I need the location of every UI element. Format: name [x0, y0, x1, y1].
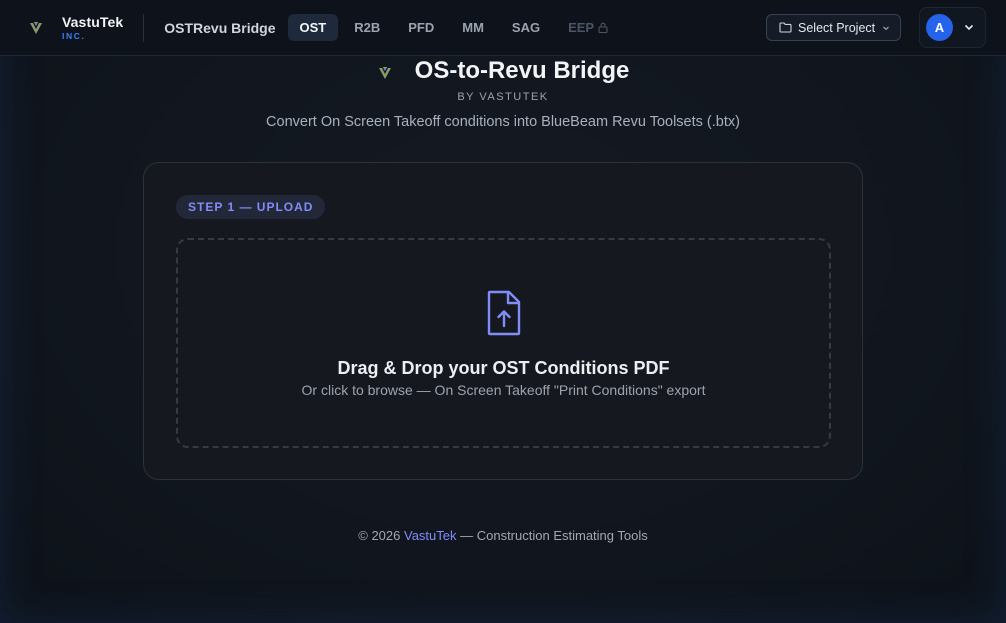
select-project-label: Select Project: [798, 20, 876, 35]
tab-mm[interactable]: MM: [450, 14, 496, 41]
tab-label: MM: [462, 20, 484, 35]
hero-title-row: OS-to-Revu Bridge: [0, 57, 1006, 85]
user-menu-button[interactable]: A: [919, 7, 986, 48]
header-divider: [143, 13, 145, 42]
brand[interactable]: VastuTek INC.: [0, 0, 123, 56]
vastutek-logo-icon: [30, 21, 42, 34]
file-upload-icon: [487, 290, 521, 336]
select-project-button[interactable]: Select Project: [766, 14, 901, 41]
brand-text: VastuTek INC.: [62, 15, 123, 41]
vastutek-logo-icon: [378, 67, 391, 79]
folder-icon: [779, 22, 792, 33]
brand-name: VastuTek: [62, 13, 124, 30]
step-badge: STEP 1 — UPLOAD: [176, 195, 326, 219]
page-byline: BY VASTUTEK: [457, 91, 549, 103]
page-subtitle: Convert On Screen Takeoff conditions int…: [266, 114, 740, 130]
tab-label: R2B: [354, 20, 381, 35]
pdf-dropzone[interactable]: Drag & Drop your OST Conditions PDF Or c…: [176, 238, 831, 448]
footer-vastutek-link[interactable]: VastuTek: [404, 528, 457, 543]
app-title[interactable]: OSTRevu Bridge: [164, 20, 275, 36]
dropzone-subtitle: Or click to browse — On Screen Takeoff "…: [301, 382, 706, 398]
tab-label: PFD: [408, 20, 435, 35]
page-title: OS-to-Revu Bridge: [414, 57, 630, 84]
tab-sag[interactable]: SAG: [500, 14, 552, 41]
tab-label: SAG: [511, 20, 541, 35]
lock-icon: [598, 22, 608, 33]
footer-copyright: © 2026: [358, 528, 404, 543]
tab-r2b[interactable]: R2B: [342, 14, 392, 41]
tab-label: OST: [299, 20, 327, 35]
tab-label: EEP: [568, 20, 595, 35]
tab-eep[interactable]: EEP: [556, 14, 620, 41]
avatar: A: [926, 14, 953, 41]
tab-pfd[interactable]: PFD: [396, 14, 446, 41]
module-tabs: OST R2B PFD MM SAG EEP: [287, 14, 621, 41]
chevron-down-icon: [883, 26, 890, 30]
upload-card: STEP 1 — UPLOAD Drag & Drop your OST Con…: [143, 162, 863, 480]
footer: © 2026 VastuTek — Construction Estimatin…: [0, 528, 1006, 543]
chevron-down-icon: [964, 24, 974, 31]
brand-suffix: INC.: [62, 30, 86, 41]
app-page: VastuTek INC. OSTRevu Bridge OST R2B PFD…: [0, 0, 1006, 623]
top-navigation-bar: VastuTek INC. OSTRevu Bridge OST R2B PFD…: [0, 0, 1006, 56]
footer-tagline: — Construction Estimating Tools: [456, 528, 648, 543]
dropzone-title: Drag & Drop your OST Conditions PDF: [337, 358, 670, 378]
tab-ost[interactable]: OST: [287, 14, 339, 41]
